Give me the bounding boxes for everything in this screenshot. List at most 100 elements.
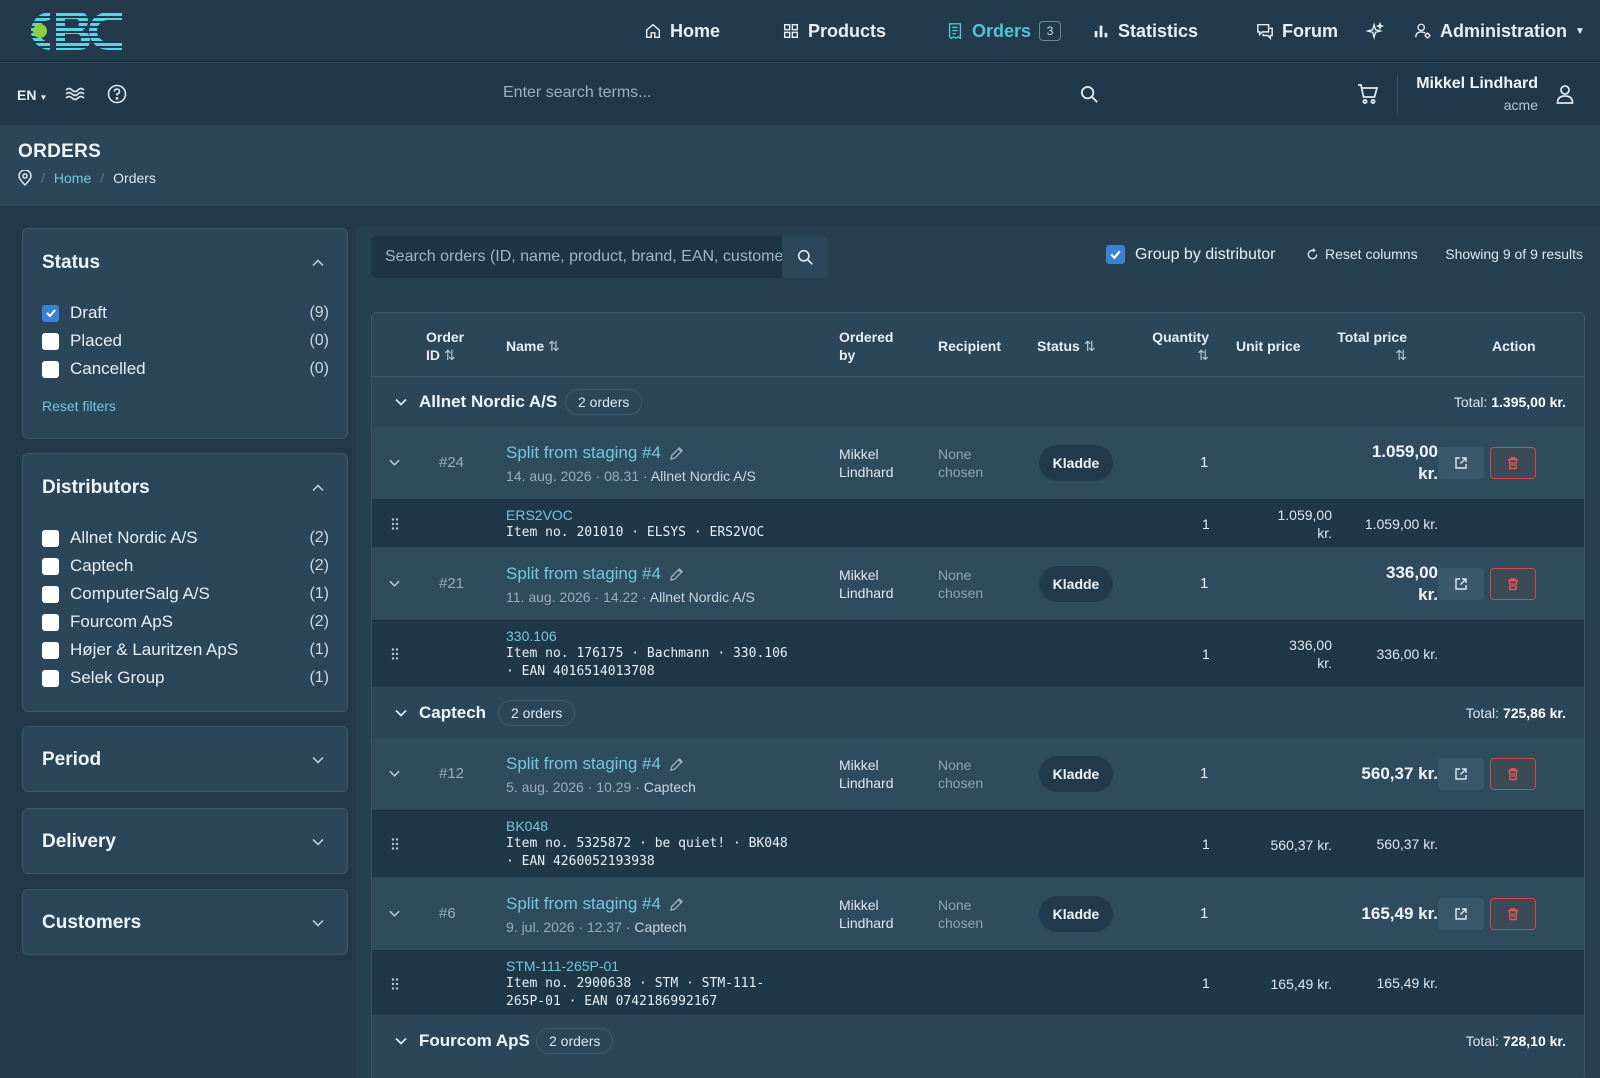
reset-columns-button[interactable]: Reset columns bbox=[1306, 246, 1418, 262]
checkbox-checked[interactable] bbox=[42, 304, 59, 322]
checkbox[interactable] bbox=[42, 585, 59, 603]
group-row-captech[interactable]: Captech 2 orders Total: 725,86 kr. bbox=[372, 688, 1584, 738]
distributor-filter-item[interactable]: Captech (2) bbox=[42, 555, 329, 577]
col-name[interactable]: Name ⇅ bbox=[506, 337, 560, 355]
group-by-distributor-toggle[interactable]: Group by distributor bbox=[1106, 245, 1276, 264]
breadcrumb-home[interactable]: Home bbox=[54, 170, 91, 186]
item-sku-link[interactable]: STM-111-265P-01 bbox=[506, 958, 619, 974]
drag-handle-icon[interactable] bbox=[390, 517, 400, 531]
nav-forum[interactable]: Forum bbox=[1256, 0, 1338, 62]
delivery-filter-panel[interactable]: Delivery bbox=[22, 808, 348, 874]
distributor-filter-item[interactable]: Højer & Lauritzen ApS (1) bbox=[42, 639, 329, 661]
delete-order-button[interactable] bbox=[1490, 568, 1536, 600]
customers-filter-panel[interactable]: Customers bbox=[22, 889, 348, 955]
checkbox[interactable] bbox=[42, 557, 59, 575]
cart-button[interactable] bbox=[1355, 82, 1381, 106]
chevron-down-icon[interactable] bbox=[388, 907, 401, 920]
ai-sparkle-button[interactable] bbox=[1366, 0, 1384, 62]
chevron-down-icon[interactable] bbox=[388, 577, 401, 590]
sort-icon[interactable]: ⇅ bbox=[1395, 346, 1407, 364]
col-order-id[interactable]: Order ID ⇅ bbox=[426, 328, 464, 364]
pencil-icon[interactable] bbox=[669, 567, 684, 582]
order-name-link[interactable]: Split from staging #4 bbox=[506, 564, 684, 584]
chevron-up-icon[interactable] bbox=[311, 481, 325, 495]
checkbox[interactable] bbox=[42, 529, 59, 547]
col-status[interactable]: Status ⇅ bbox=[1037, 337, 1095, 355]
pencil-icon[interactable] bbox=[669, 897, 684, 912]
order-row[interactable]: #6 Split from staging #4 9. jul. 2026 · … bbox=[372, 878, 1584, 950]
nav-administration[interactable]: Administration ▼ bbox=[1414, 0, 1585, 62]
delete-order-button[interactable] bbox=[1490, 758, 1536, 790]
checkbox[interactable] bbox=[42, 641, 59, 659]
checkbox[interactable] bbox=[42, 613, 59, 631]
global-search-button[interactable] bbox=[1076, 82, 1102, 106]
pencil-icon[interactable] bbox=[669, 446, 684, 461]
drag-handle-icon[interactable] bbox=[390, 837, 400, 851]
item-sku-link[interactable]: BK048 bbox=[506, 818, 548, 834]
orders-search-button[interactable] bbox=[782, 236, 828, 278]
item-sku-link[interactable]: ERS2VOC bbox=[506, 507, 573, 523]
order-name-link[interactable]: Split from staging #4 bbox=[506, 754, 684, 774]
nav-statistics[interactable]: Statistics bbox=[1092, 0, 1198, 62]
order-row[interactable]: #21 Split from staging #4 11. aug. 2026 … bbox=[372, 548, 1584, 620]
item-unit-price-line-2: kr. bbox=[1317, 655, 1332, 671]
nav-orders[interactable]: Orders 3 bbox=[946, 0, 1062, 62]
status-filter-placed[interactable]: Placed (0) bbox=[42, 330, 329, 352]
pencil-icon[interactable] bbox=[669, 757, 684, 772]
drag-handle-icon[interactable] bbox=[390, 647, 400, 661]
chevron-down-icon[interactable] bbox=[394, 706, 408, 720]
sort-icon[interactable]: ⇅ bbox=[444, 346, 456, 364]
status-filter-draft[interactable]: Draft (9) bbox=[42, 302, 329, 324]
delete-order-button[interactable] bbox=[1490, 447, 1536, 479]
language-selector[interactable]: EN ▼ bbox=[17, 87, 47, 103]
order-row[interactable]: #24 Split from staging #4 14. aug. 2026 … bbox=[372, 427, 1584, 499]
user-name[interactable]: Mikkel Lindhard bbox=[1416, 75, 1538, 93]
order-row[interactable]: #12 Split from staging #4 5. aug. 2026 ·… bbox=[372, 738, 1584, 810]
distributors-filter-title[interactable]: Distributors bbox=[42, 477, 150, 499]
checkbox[interactable] bbox=[42, 669, 59, 687]
global-search-input[interactable] bbox=[490, 73, 1050, 113]
distributor-filter-item[interactable]: Selek Group (1) bbox=[42, 667, 329, 689]
distributor-filter-item[interactable]: Fourcom ApS (2) bbox=[42, 611, 329, 633]
group-total-label: Total: bbox=[1465, 705, 1500, 721]
chevron-down-icon[interactable] bbox=[388, 456, 401, 469]
order-name-link[interactable]: Split from staging #4 bbox=[506, 894, 684, 914]
col-total-price[interactable]: Total price ⇅ bbox=[1327, 328, 1407, 364]
theme-toggle[interactable] bbox=[64, 83, 86, 105]
open-order-button[interactable] bbox=[1438, 447, 1484, 479]
reset-filters-link[interactable]: Reset filters bbox=[42, 398, 116, 414]
group-row-fourcom[interactable]: Fourcom ApS 2 orders Total: 728,10 kr. bbox=[372, 1016, 1584, 1066]
open-order-button[interactable] bbox=[1438, 758, 1484, 790]
nav-products[interactable]: Products bbox=[782, 0, 886, 62]
status-filter-cancelled[interactable]: Cancelled (0) bbox=[42, 358, 329, 380]
period-filter-panel[interactable]: Period bbox=[22, 726, 348, 792]
distributor-filter-item[interactable]: Allnet Nordic A/S (2) bbox=[42, 527, 329, 549]
chevron-down-icon[interactable] bbox=[394, 395, 408, 409]
group-row-allnet[interactable]: Allnet Nordic A/S 2 orders Total: 1.395,… bbox=[372, 377, 1584, 427]
trash-icon bbox=[1508, 908, 1518, 921]
help-button[interactable] bbox=[106, 83, 128, 105]
item-sku-link[interactable]: 330.106 bbox=[506, 628, 557, 644]
status-filter-title[interactable]: Status bbox=[42, 252, 100, 274]
order-name-link[interactable]: Split from staging #4 bbox=[506, 443, 684, 463]
delete-order-button[interactable] bbox=[1490, 898, 1536, 930]
distributor-filter-item[interactable]: ComputerSalg A/S (1) bbox=[42, 583, 329, 605]
open-order-button[interactable] bbox=[1438, 898, 1484, 930]
nav-home[interactable]: Home bbox=[644, 0, 720, 62]
sort-icon[interactable]: ⇅ bbox=[548, 337, 560, 355]
sort-icon[interactable]: ⇅ bbox=[1197, 346, 1209, 364]
open-order-button[interactable] bbox=[1438, 568, 1484, 600]
drag-handle-icon[interactable] bbox=[390, 977, 400, 991]
col-quantity[interactable]: Quantity ⇅ bbox=[1149, 328, 1209, 364]
chevron-up-icon[interactable] bbox=[311, 256, 325, 270]
checkbox[interactable] bbox=[42, 332, 59, 350]
sort-icon[interactable]: ⇅ bbox=[1084, 337, 1096, 355]
cbc-logo[interactable] bbox=[16, 8, 124, 54]
checkbox[interactable] bbox=[42, 360, 59, 378]
chevron-down-icon[interactable] bbox=[388, 767, 401, 780]
checkbox-checked[interactable] bbox=[1106, 245, 1125, 264]
item-total: 1.059,00 kr. bbox=[1364, 516, 1438, 532]
orders-search-input[interactable] bbox=[371, 236, 783, 278]
chevron-down-icon[interactable] bbox=[394, 1034, 408, 1048]
user-menu-button[interactable] bbox=[1554, 82, 1576, 106]
